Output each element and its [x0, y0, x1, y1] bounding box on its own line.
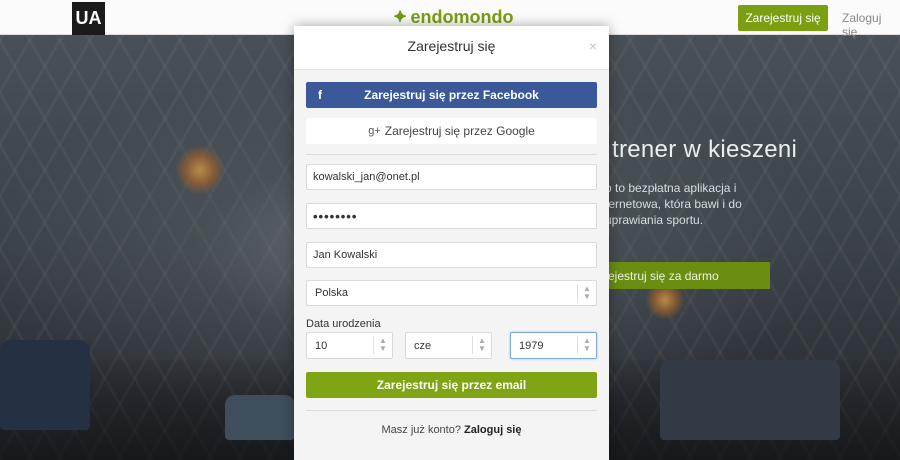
register-google-button[interactable]: g+ Zarejestruj się przez Google — [306, 118, 597, 144]
login-prompt: Masz już konto? Zaloguj się — [294, 424, 609, 436]
google-button-label: Zarejestruj się przez Google — [384, 124, 535, 138]
birth-month-value: cze — [414, 339, 432, 352]
hero-register-free-button[interactable]: ejestruj się za darmo — [600, 262, 770, 289]
endomondo-logo[interactable]: ⯌ endomondo — [394, 6, 513, 28]
google-plus-icon: g+ — [368, 125, 381, 137]
brand-name: endomondo — [410, 6, 514, 27]
divider — [306, 410, 597, 411]
chevron-updown-icon: ▲ ▼ — [373, 336, 392, 354]
birth-day-select[interactable]: 10 ▲ ▼ — [306, 332, 393, 359]
endomondo-mark-icon: ⯌ — [394, 8, 407, 25]
facebook-icon: f — [318, 88, 322, 102]
modal-title: Zarejestruj się — [407, 38, 496, 54]
header-login-link[interactable]: Zaloguj się — [842, 11, 900, 39]
login-question: Masz już konto? — [381, 424, 461, 436]
hero-title: trener w kieszeni — [612, 136, 798, 163]
birth-year-select[interactable]: 1979 ▲ ▼ — [510, 332, 597, 359]
country-select[interactable]: Polska ▲ ▼ — [306, 280, 597, 306]
register-facebook-button[interactable]: f Zarejestruj się przez Facebook — [306, 82, 597, 108]
facebook-button-label: Zarejestruj się przez Facebook — [364, 88, 539, 102]
email-field[interactable]: kowalski_jan@onet.pl — [306, 164, 597, 190]
register-email-button[interactable]: Zarejestruj się przez email — [306, 372, 597, 398]
modal-header: Zarejestruj się × — [294, 26, 609, 70]
header-register-button[interactable]: Zarejestruj się — [738, 5, 828, 31]
close-icon[interactable]: × — [589, 38, 597, 54]
country-value: Polska — [315, 287, 349, 299]
name-field[interactable]: Jan Kowalski — [306, 242, 597, 268]
birth-year-value: 1979 — [519, 339, 544, 352]
password-field[interactable]: •••••••• — [306, 203, 597, 229]
hero-description: o to bezpłatna aplikacja i ternetowa, kt… — [605, 181, 742, 227]
under-armour-logo-icon[interactable]: UA — [72, 2, 105, 35]
divider — [306, 154, 597, 155]
login-link[interactable]: Zaloguj się — [464, 424, 521, 436]
birth-day-value: 10 — [315, 339, 328, 352]
chevron-updown-icon: ▲ ▼ — [472, 336, 491, 354]
chevron-updown-icon: ▲ ▼ — [577, 284, 596, 302]
birth-month-select[interactable]: cze ▲ ▼ — [405, 332, 492, 359]
chevron-updown-icon: ▲ ▼ — [577, 336, 596, 354]
register-modal: Zarejestruj się × f Zarejestruj się prze… — [294, 26, 609, 460]
birthdate-label: Data urodzenia — [306, 318, 381, 330]
